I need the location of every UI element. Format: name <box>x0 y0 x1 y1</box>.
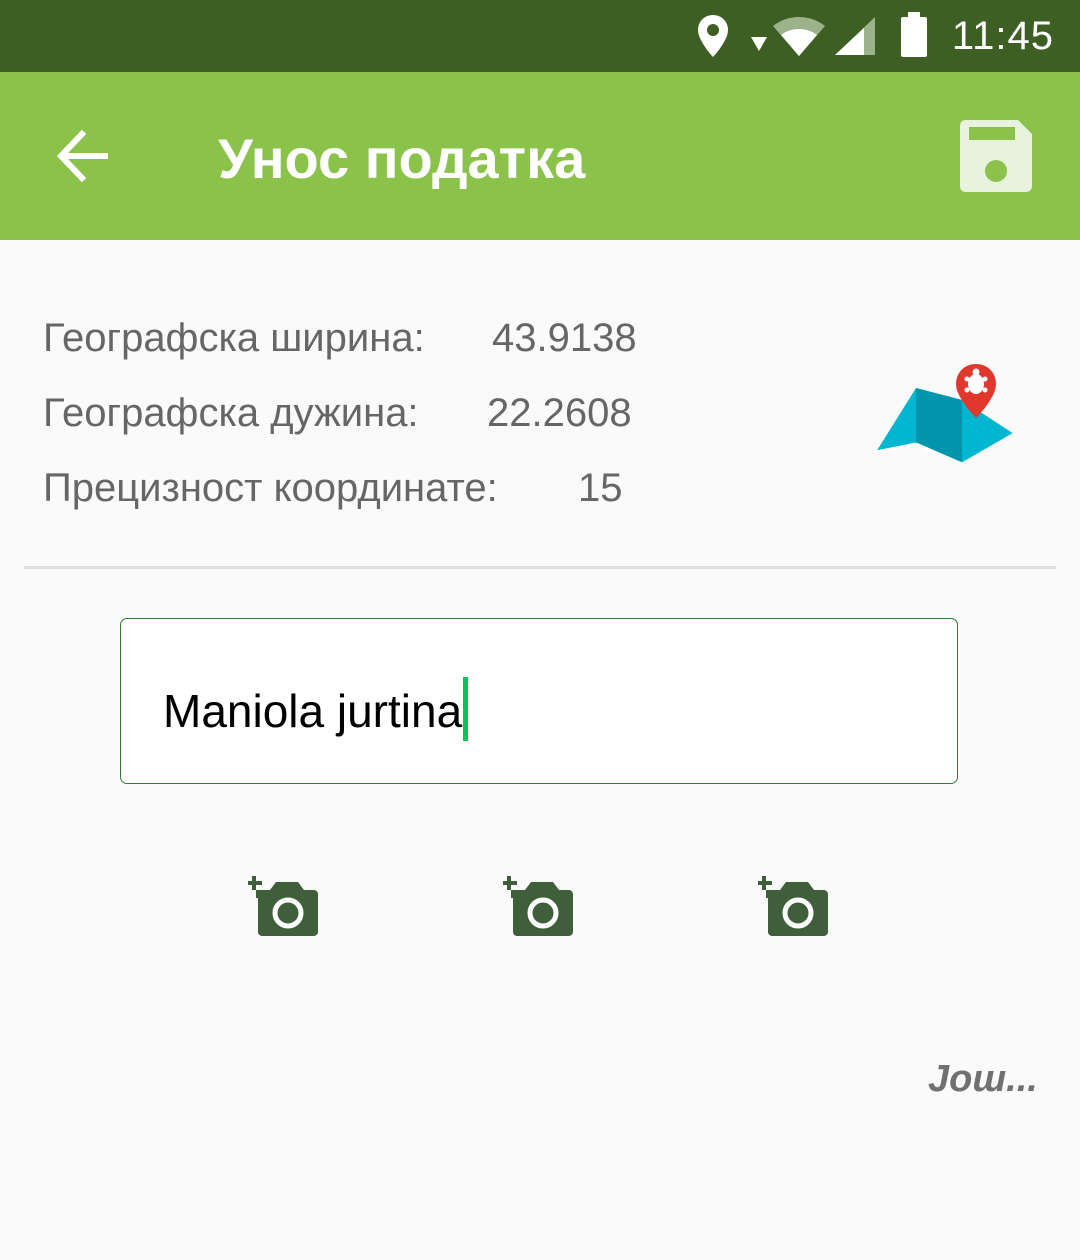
precision-value: 15 <box>578 466 623 510</box>
page-title: Унос податка <box>218 127 586 190</box>
longitude-row: Географска дужина: 22.2608 <box>43 391 823 466</box>
status-bar: 11:45 <box>0 0 1080 72</box>
app-bar: Унос податка <box>0 72 1080 240</box>
precision-label: Прецизност координате: <box>43 466 498 510</box>
species-name-input[interactable]: Maniola jurtina <box>120 618 958 784</box>
coordinates-panel: Географска ширина: 43.9138 Географска ду… <box>43 316 823 541</box>
latitude-row: Географска ширина: 43.9138 <box>43 316 823 391</box>
battery-icon <box>901 12 927 57</box>
more-button[interactable]: Још... <box>928 1058 1038 1101</box>
latitude-value: 43.9138 <box>492 316 637 360</box>
map-pin-icon[interactable] <box>872 360 1022 472</box>
text-cursor <box>463 677 469 741</box>
save-icon[interactable] <box>958 118 1034 194</box>
divider <box>24 566 1056 569</box>
add-photo-icon[interactable] <box>758 872 830 938</box>
add-photo-icon[interactable] <box>503 872 575 938</box>
wifi-icon <box>773 17 825 56</box>
signal-icon <box>835 17 875 55</box>
species-name-value[interactable]: Maniola jurtina <box>163 677 469 741</box>
data-arrow-icon <box>751 37 767 51</box>
longitude-label: Географска дужина: <box>43 391 419 435</box>
arrow-back-icon[interactable] <box>50 122 118 190</box>
status-time: 11:45 <box>951 14 1054 58</box>
location-icon <box>698 15 728 57</box>
longitude-value: 22.2608 <box>487 391 632 435</box>
add-photo-icon[interactable] <box>248 872 320 938</box>
latitude-label: Географска ширина: <box>43 316 425 360</box>
species-name-text: Maniola jurtina <box>163 685 463 737</box>
precision-row: Прецизност координате: 15 <box>43 466 823 541</box>
